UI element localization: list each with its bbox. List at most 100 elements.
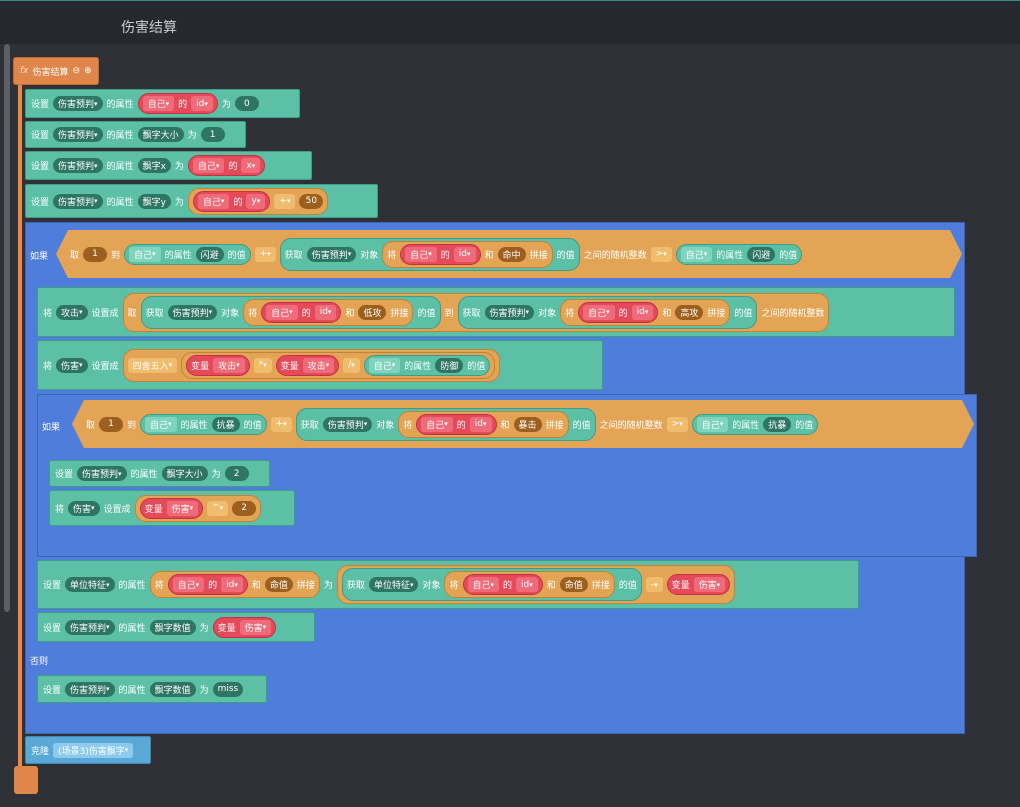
object-dropdown[interactable]: 伤害预判 ▾: [65, 619, 115, 635]
variable-dropdown[interactable]: 攻击 ▾: [213, 357, 245, 373]
field-font-size[interactable]: 飘字大小: [161, 466, 208, 481]
self-dropdown[interactable]: 自己 ▾: [583, 304, 615, 320]
vertical-scrollbar[interactable]: [4, 44, 10, 612]
id-dropdown[interactable]: id ▾: [221, 577, 243, 592]
add-expression[interactable]: 自己 ▾ 的 y ▾ + ▾ 50: [187, 187, 329, 215]
self-dropdown[interactable]: 自己 ▾: [266, 304, 298, 320]
value-input[interactable]: 1: [200, 127, 225, 142]
variable-dropdown[interactable]: 伤害 ▾: [166, 500, 199, 516]
assign-damage-block[interactable]: 将 伤害 ▾ 设置成 四舍五入 ▾ 变量 攻击 ▾ * ▾ 变量 攻击 ▾ / …: [37, 340, 603, 390]
set-id-block[interactable]: 设置 伤害预判 ▾ 的属性 自己 ▾ 的 id ▾ 为 0: [25, 89, 300, 118]
self-id-getter[interactable]: 自己 ▾ 的 id ▾: [416, 414, 496, 435]
self-dropdown[interactable]: 自己 ▾: [129, 247, 161, 262]
value-input[interactable]: 2: [224, 466, 249, 481]
set-fonty-block[interactable]: 设置 伤害预判 ▾ 的属性 飘字y 为 自己 ▾ 的 y ▾ + ▾ 50: [25, 184, 378, 218]
self-id-getter[interactable]: 自己 ▾ 的 id ▾: [400, 244, 480, 265]
random-expression[interactable]: 取 获取 伤害预判 ▾ 对象 将 自己 ▾ 的 id ▾ 和 低攻 拼接 的值 …: [122, 292, 830, 332]
power-expression[interactable]: 变量 伤害 ▾ ^ ▾ 2: [134, 494, 262, 522]
self-critres-getter[interactable]: 自己 ▾ 的属性 抗暴 的值: [140, 414, 267, 435]
set-unit-hp-block[interactable]: 设置 单位特征 ▾ 的属性 将 自己 ▾ 的 id ▾ 和 命值 拼接 为 获取…: [37, 560, 859, 609]
assign-crit-damage-block[interactable]: 将 伤害 ▾ 设置成 变量 伤害 ▾ ^ ▾ 2: [49, 490, 295, 526]
crit-condition[interactable]: 取 1 到 自己 ▾ 的属性 抗暴 的值 + ▾ 获取 伤害预判 ▾ 对象 将 …: [72, 400, 974, 448]
self-id-getter[interactable]: 自己 ▾ 的 id ▾: [462, 574, 543, 595]
object-dropdown[interactable]: 伤害预判 ▾: [77, 466, 127, 481]
self-dropdown[interactable]: 自己 ▾: [421, 417, 453, 432]
object-dropdown[interactable]: 伤害预判 ▾: [167, 304, 218, 320]
field-crit-res[interactable]: 抗暴: [212, 417, 240, 432]
compare-dropdown[interactable]: > ▾: [651, 247, 672, 262]
concat-expression[interactable]: 将 自己 ▾ 的 id ▾ 和 低攻 拼接: [243, 298, 414, 326]
set-fontsize-block[interactable]: 设置 伤害预判 ▾ 的属性 飘字大小 为 1: [25, 121, 246, 148]
operator-dropdown[interactable]: + ▾: [274, 193, 296, 209]
self-dodge-getter[interactable]: 自己 ▾ 的属性 闪避 的值: [124, 244, 251, 265]
object-dropdown[interactable]: 伤害预判 ▾: [53, 127, 103, 142]
collapse-icon[interactable]: ⊖: [73, 66, 81, 76]
concat-expression[interactable]: 将 自己 ▾ 的 id ▾ 和 命值 拼接: [149, 571, 320, 598]
variable-dropdown[interactable]: 攻击 ▾: [302, 357, 335, 373]
variable-dropdown[interactable]: 伤害 ▾: [693, 577, 726, 592]
concat-expression[interactable]: 将 自己 ▾ 的 id ▾ 和 暴击 拼接: [398, 411, 568, 438]
expand-icon[interactable]: ⊕: [84, 66, 92, 76]
field-font-y[interactable]: 飘字y: [137, 193, 171, 209]
attack-variable[interactable]: 变量 攻击 ▾: [186, 354, 250, 376]
id-dropdown[interactable]: id ▾: [516, 577, 538, 592]
get-highatk-getter[interactable]: 获取 伤害预判 ▾ 对象 将 自己 ▾ 的 id ▾ 和 高攻 拼接 的值: [457, 295, 758, 329]
field-hp[interactable]: 命值: [559, 577, 588, 592]
id-dropdown[interactable]: id ▾: [631, 304, 654, 320]
divide-expression[interactable]: 变量 攻击 ▾ * ▾ 变量 攻击 ▾ / ▾ 自己 ▾ 的属性 防御 的值: [181, 351, 496, 379]
clone-target-dropdown[interactable]: (场景3)伤害飘字 ▾: [53, 742, 134, 758]
id-dropdown[interactable]: id ▾: [454, 247, 476, 262]
self-dropdown[interactable]: 自己 ▾: [145, 417, 177, 432]
field-low-atk[interactable]: 低攻: [358, 304, 387, 320]
dodge-condition[interactable]: 取 1 到 自己 ▾ 的属性 闪避 的值 + ▾ 获取 伤害预判 ▾ 对象 将 …: [56, 230, 962, 278]
operator-dropdown[interactable]: - ▾: [645, 577, 663, 592]
object-dropdown[interactable]: 伤害预判 ▾: [307, 247, 357, 262]
self-id-getter[interactable]: 自己 ▾ 的 id ▾: [261, 301, 342, 323]
operator-dropdown[interactable]: + ▾: [255, 247, 276, 262]
value-input[interactable]: 0: [234, 96, 259, 111]
damage-variable[interactable]: 变量 伤害 ▾: [212, 616, 277, 638]
self-dropdown[interactable]: 自己 ▾: [697, 417, 729, 432]
self-dropdown[interactable]: 自己 ▾: [368, 357, 401, 373]
self-dropdown[interactable]: 自己 ▾: [197, 193, 230, 209]
id-dropdown[interactable]: id ▾: [191, 96, 213, 111]
value-input[interactable]: 2: [232, 500, 257, 516]
concat-expression[interactable]: 将 自己 ▾ 的 id ▾ 和 命中 拼接: [382, 241, 552, 268]
self-critres-getter-2[interactable]: 自己 ▾ 的属性 抗暴 的值: [692, 414, 819, 435]
damage-variable[interactable]: 变量 伤害 ▾: [139, 497, 204, 519]
get-hp-getter[interactable]: 获取 单位特征 ▾ 对象 将 自己 ▾ 的 id ▾ 和 命值 拼接 的值: [341, 568, 642, 601]
self-dodge-getter-2[interactable]: 自己 ▾ 的属性 闪避 的值: [676, 244, 803, 265]
set-fontx-block[interactable]: 设置 伤害预判 ▾ 的属性 飘字x 为 自己 ▾ 的 x ▾: [25, 151, 312, 180]
variable-dropdown[interactable]: 伤害 ▾: [239, 619, 272, 635]
tab-title[interactable]: 伤害结算: [121, 17, 177, 37]
x-dropdown[interactable]: x ▾: [241, 158, 261, 173]
attack-variable-2[interactable]: 变量 攻击 ▾: [275, 354, 340, 376]
field-font-value[interactable]: 飘字数值: [149, 619, 196, 635]
variable-dropdown[interactable]: 伤害 ▾: [68, 500, 100, 516]
id-dropdown[interactable]: id ▾: [314, 304, 337, 320]
self-dropdown[interactable]: 自己 ▾: [405, 247, 437, 262]
set-fontval-damage-block[interactable]: 设置 伤害预判 ▾ 的属性 飘字数值 为 变量 伤害 ▾: [37, 612, 315, 642]
object-dropdown[interactable]: 伤害预判 ▾: [323, 417, 373, 432]
damage-variable[interactable]: 变量 伤害 ▾: [666, 574, 731, 595]
value-input[interactable]: miss: [212, 681, 244, 697]
object-dropdown[interactable]: 单位特征 ▾: [368, 577, 419, 592]
variable-dropdown[interactable]: 伤害 ▾: [56, 357, 88, 373]
id-dropdown[interactable]: id ▾: [470, 417, 492, 432]
field-dodge[interactable]: 闪避: [196, 247, 224, 262]
object-dropdown[interactable]: 伤害预判 ▾: [53, 193, 103, 209]
self-defense-getter[interactable]: 自己 ▾ 的属性 防御 的值: [363, 354, 491, 376]
object-dropdown[interactable]: 伤害预判 ▾: [484, 304, 535, 320]
round-expression[interactable]: 四舍五入 ▾ 变量 攻击 ▾ * ▾ 变量 攻击 ▾ / ▾ 自己 ▾ 的属性 …: [122, 348, 501, 382]
self-id-getter[interactable]: 自己 ▾ 的 id ▾: [578, 301, 659, 323]
object-dropdown[interactable]: 伤害预判 ▾: [65, 681, 115, 697]
min-input[interactable]: 1: [99, 417, 123, 432]
function-header-block[interactable]: fx 伤害结算 ⊖ ⊕: [13, 57, 99, 85]
concat-expression[interactable]: 将 自己 ▾ 的 id ▾ 和 高攻 拼接: [560, 298, 731, 326]
object-dropdown[interactable]: 单位特征 ▾: [65, 577, 115, 592]
self-dropdown[interactable]: 自己 ▾: [172, 577, 205, 592]
field-hit[interactable]: 命中: [498, 247, 526, 262]
field-font-size[interactable]: 飘字大小: [137, 127, 184, 142]
self-y-getter[interactable]: 自己 ▾ 的 y ▾: [192, 190, 271, 212]
self-dropdown[interactable]: 自己 ▾: [142, 96, 175, 111]
